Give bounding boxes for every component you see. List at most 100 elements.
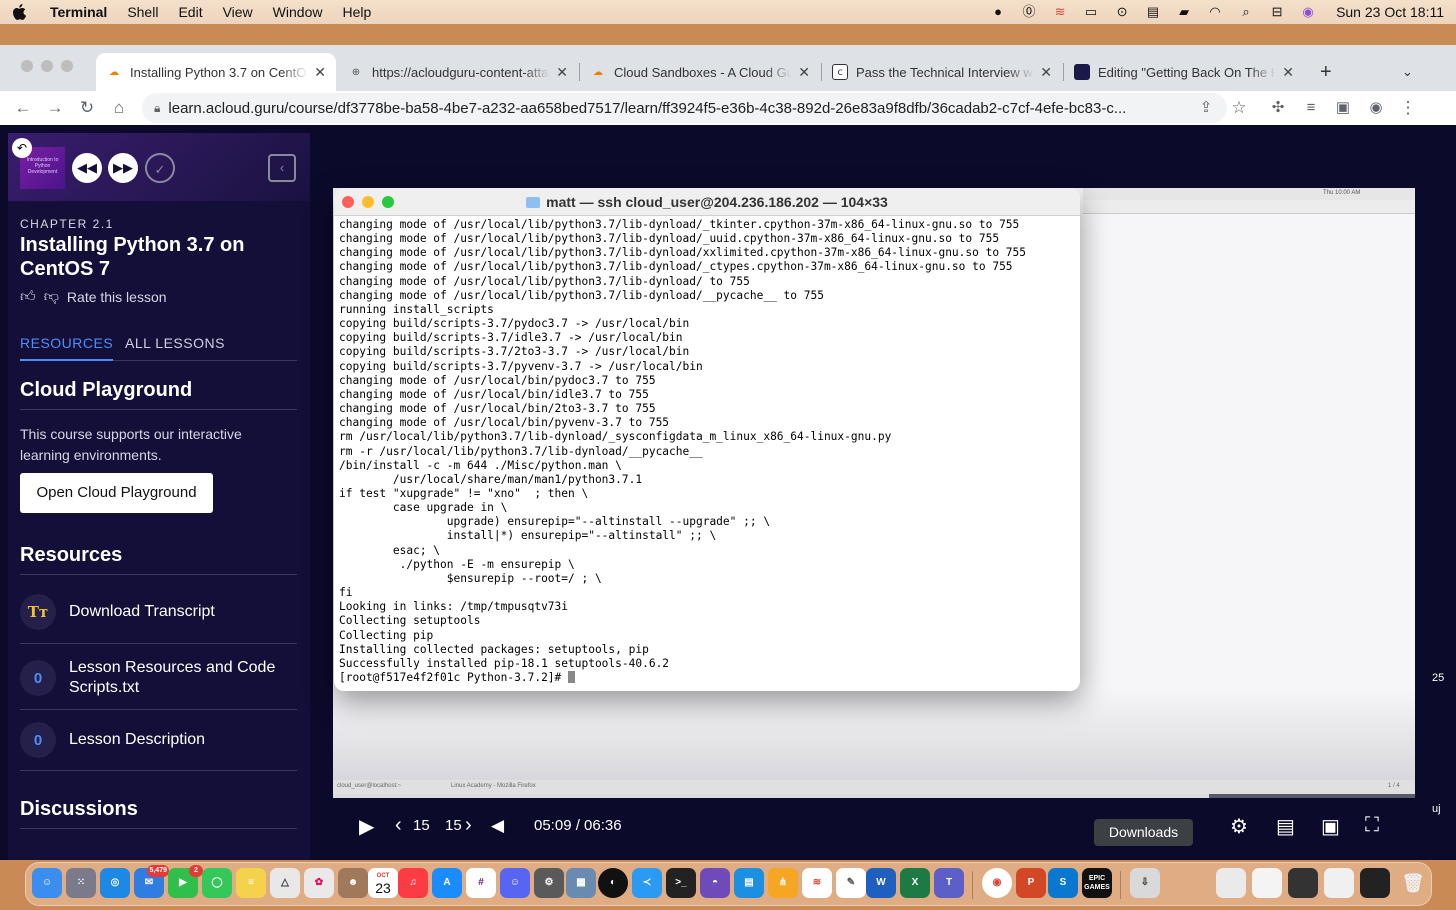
keyboard-icon[interactable]: ▤	[1144, 5, 1162, 19]
powerpoint-icon[interactable]: P	[1016, 868, 1046, 898]
virtualbox-icon[interactable]: ▦	[566, 868, 596, 898]
minimize-window-icon[interactable]	[362, 196, 374, 208]
open-cloud-playground-button[interactable]: Open Cloud Playground	[20, 473, 213, 513]
excel-icon[interactable]: X	[900, 868, 930, 898]
terminal-output[interactable]: changing mode of /usr/local/lib/python3.…	[339, 218, 1075, 685]
vscode-icon[interactable]: ≺	[632, 868, 662, 898]
share-icon[interactable]: ⇪	[1195, 97, 1217, 119]
tab-content-attachments[interactable]: ⊕ https://acloudguru-content-attachments…	[338, 53, 578, 91]
pocketcasts-icon[interactable]: ◐	[598, 868, 628, 898]
home-icon[interactable]: ⌂	[108, 97, 130, 119]
bitwarden-icon[interactable]: ●	[989, 5, 1007, 19]
github-desktop-icon[interactable]: ◓	[700, 868, 730, 898]
skip-back-seconds[interactable]: 15	[413, 817, 430, 834]
reading-list-icon[interactable]: ≡	[1300, 97, 1322, 119]
collapse-sidebar-icon[interactable]: ‹	[268, 154, 296, 182]
battery-icon[interactable]: ▰	[1175, 5, 1193, 19]
new-tab-button[interactable]: +	[1310, 53, 1342, 91]
terminal-window[interactable]: matt — ssh cloud_user@204.236.186.202 — …	[334, 188, 1080, 691]
lock-icon[interactable]: 🔒︎	[154, 101, 160, 116]
siri-icon[interactable]: ◉	[1299, 5, 1317, 19]
tab-cloud-sandboxes[interactable]: ☁ Cloud Sandboxes - A Cloud Guru ✕	[580, 53, 820, 91]
menu-help[interactable]: Help	[342, 4, 371, 20]
recent-window-icon[interactable]	[1324, 868, 1354, 898]
bookmark-star-icon[interactable]: ☆	[1228, 97, 1250, 119]
close-icon[interactable]: ✕	[1282, 64, 1294, 81]
back-arrow-icon[interactable]: ↶	[12, 138, 32, 158]
mark-complete-icon[interactable]: ✓	[145, 153, 175, 183]
reload-icon[interactable]: ↻	[76, 97, 98, 119]
recent-file-icon[interactable]	[1252, 868, 1282, 898]
pixelmator-icon[interactable]: ✎	[836, 868, 866, 898]
apple-icon[interactable]	[12, 4, 28, 20]
photos-icon[interactable]: ✿	[304, 868, 334, 898]
skype-icon[interactable]: S	[1048, 868, 1078, 898]
recent-window-icon[interactable]	[1288, 868, 1318, 898]
mail-icon[interactable]: ✉ 5,479	[134, 865, 169, 898]
discord-icon[interactable]: ☺	[500, 868, 530, 898]
tab-installing-python[interactable]: ☁ Installing Python 3.7 on CentOS 7 ✕	[96, 53, 336, 91]
skip-forward-seconds[interactable]: 15	[445, 817, 462, 834]
resource-lesson-description[interactable]: 0 Lesson Description	[20, 722, 297, 758]
menu-clock[interactable]: Sun 23 Oct 18:11	[1336, 4, 1444, 20]
play-icon[interactable]: ▶	[359, 814, 374, 839]
close-icon[interactable]: ✕	[798, 64, 810, 81]
wifi-icon[interactable]: ◠	[1206, 5, 1224, 19]
extensions-icon[interactable]: ✣	[1267, 97, 1289, 119]
close-icon[interactable]: ✕	[1040, 64, 1052, 81]
minimize-window-icon[interactable]	[41, 60, 53, 72]
menu-dots-icon[interactable]: ⋮	[1397, 97, 1419, 119]
search-icon[interactable]: ⌕	[1237, 5, 1255, 19]
menu-app-name[interactable]: Terminal	[50, 4, 107, 20]
volume-icon[interactable]: ◀	[491, 816, 504, 836]
maps-icon[interactable]: △	[270, 868, 300, 898]
fan-icon[interactable]: ≋	[1051, 5, 1069, 19]
close-icon[interactable]: ✕	[314, 64, 326, 81]
teams-icon[interactable]: T	[934, 868, 964, 898]
calendar-icon[interactable]: OCT 23	[368, 868, 398, 898]
video-progress-bar[interactable]	[333, 794, 1415, 798]
recent-file-icon[interactable]	[1216, 868, 1246, 898]
tab-technical-interview[interactable]: c Pass the Technical Interview with ✕	[822, 53, 1062, 91]
docker-icon[interactable]: ▤	[734, 868, 764, 898]
control-center-icon[interactable]: ⊟	[1268, 5, 1286, 19]
terminal-prompt[interactable]: [root@f517e4f2f01c Python-3.7.2]#	[339, 671, 1075, 685]
thumbs-down-icon[interactable]: 👎︎	[44, 288, 59, 306]
close-window-icon[interactable]	[21, 60, 33, 72]
previous-lesson-icon[interactable]: ◀◀	[72, 153, 102, 183]
tab-resources[interactable]: RESOURCES	[20, 335, 114, 361]
settings-gear-icon[interactable]: ⚙	[1230, 814, 1248, 839]
recent-window-icon[interactable]	[1360, 868, 1390, 898]
resource-lesson-scripts[interactable]: 0 Lesson Resources and Code Scripts.txt	[20, 658, 297, 698]
thumbs-up-icon[interactable]: 👍︎	[20, 288, 36, 306]
forward-icon[interactable]: →	[44, 97, 66, 119]
next-lesson-icon[interactable]: ▶▶	[108, 153, 138, 183]
messages-icon[interactable]: ◯	[202, 868, 232, 898]
close-icon[interactable]: ✕	[556, 64, 568, 81]
notes-icon[interactable]: ≡	[236, 868, 266, 898]
contacts-icon[interactable]: ☻	[338, 868, 368, 898]
sourcetree-icon[interactable]: ⋔	[768, 868, 798, 898]
skip-forward-icon[interactable]: ›	[465, 814, 472, 837]
skip-back-icon[interactable]: ‹	[395, 814, 402, 837]
system-settings-icon[interactable]: ⚙	[534, 868, 564, 898]
menu-edit[interactable]: Edit	[178, 4, 202, 20]
word-icon[interactable]: W	[866, 868, 896, 898]
play-icon[interactable]: ⊙	[1113, 5, 1131, 19]
zoom-window-icon[interactable]	[382, 196, 394, 208]
tab-editing-post[interactable]: Editing "Getting Back On The Horse" ✕	[1064, 53, 1304, 91]
music-icon[interactable]: ♫	[398, 868, 428, 898]
picture-in-picture-icon[interactable]: ▣	[1321, 814, 1340, 839]
profile-icon[interactable]: ◉	[1365, 97, 1387, 119]
facetime-icon[interactable]: ▶ 2	[168, 865, 203, 898]
resource-download-transcript[interactable]: Tт Download Transcript	[20, 594, 297, 630]
tab-search-icon[interactable]: ⌄	[1392, 53, 1423, 91]
finder-icon[interactable]: ☺	[32, 868, 62, 898]
fullscreen-icon[interactable]: ⛶	[1365, 814, 1379, 837]
address-bar[interactable]: 🔒︎ learn.acloud.guru/course/df3778be-ba5…	[142, 93, 1227, 123]
fan-app-icon[interactable]: ≋	[802, 868, 832, 898]
captions-icon[interactable]: ▤	[1276, 814, 1295, 839]
downloads-stack-icon[interactable]: ⇩	[1130, 868, 1160, 898]
chrome-icon[interactable]: ◉	[982, 868, 1012, 898]
1password-icon[interactable]: ⓪	[1020, 5, 1038, 19]
